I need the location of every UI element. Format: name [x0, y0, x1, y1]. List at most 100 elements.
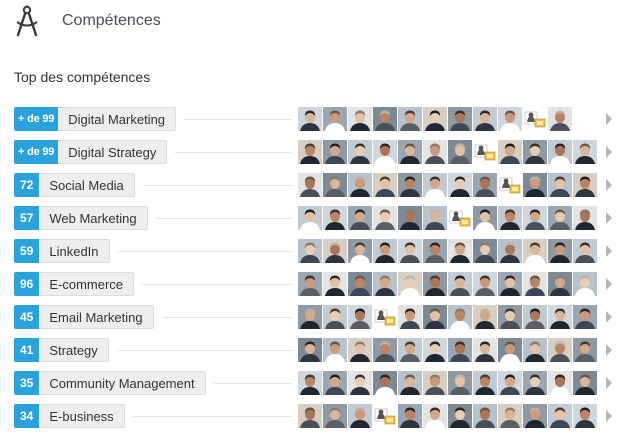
endorser-avatar[interactable] — [473, 173, 497, 197]
endorser-avatar[interactable] — [398, 173, 422, 197]
endorsement-count-badge[interactable]: 34 — [14, 404, 40, 428]
endorser-avatar[interactable] — [373, 173, 397, 197]
skill-name[interactable]: Community Management — [39, 371, 206, 395]
endorser-avatar[interactable] — [548, 404, 572, 428]
endorser-avatar[interactable] — [298, 239, 322, 263]
endorser-avatar[interactable] — [448, 107, 472, 131]
endorser-avatar[interactable] — [548, 371, 572, 395]
endorser-avatar[interactable] — [423, 338, 447, 362]
endorser-avatar[interactable] — [473, 206, 497, 230]
endorser-avatar-placeholder[interactable] — [373, 404, 397, 428]
endorser-avatar[interactable] — [423, 107, 447, 131]
skill-name[interactable]: Social Media — [39, 173, 135, 197]
endorser-avatar[interactable] — [473, 107, 497, 131]
endorser-avatar[interactable] — [398, 404, 422, 428]
skill-name[interactable]: Strategy — [39, 338, 109, 362]
endorser-avatar[interactable] — [473, 305, 497, 329]
chevron-right-icon[interactable] — [606, 410, 612, 422]
skill-name[interactable]: Email Marketing — [39, 305, 154, 329]
endorser-avatar[interactable] — [548, 206, 572, 230]
endorser-avatar[interactable] — [448, 404, 472, 428]
endorser-avatar[interactable] — [298, 206, 322, 230]
chevron-right-icon[interactable] — [606, 245, 612, 257]
endorsement-count-badge[interactable]: 35 — [14, 371, 40, 395]
endorser-avatar[interactable] — [448, 239, 472, 263]
endorsement-count-badge[interactable]: + de 99 — [14, 140, 59, 164]
endorser-avatar[interactable] — [398, 206, 422, 230]
endorser-avatar[interactable] — [548, 140, 572, 164]
endorser-avatar[interactable] — [548, 173, 572, 197]
skill-pill[interactable]: + de 99 Digital Marketing — [14, 107, 177, 131]
endorser-avatar[interactable] — [573, 140, 597, 164]
endorser-avatar[interactable] — [498, 206, 522, 230]
endorser-avatar[interactable] — [498, 338, 522, 362]
endorser-avatar[interactable] — [298, 107, 322, 131]
endorser-avatar[interactable] — [498, 272, 522, 296]
endorser-avatar[interactable] — [298, 140, 322, 164]
endorser-avatar[interactable] — [423, 206, 447, 230]
chevron-right-icon[interactable] — [606, 179, 612, 191]
chevron-right-icon[interactable] — [606, 278, 612, 290]
endorser-avatar[interactable] — [323, 338, 347, 362]
endorser-avatar[interactable] — [398, 272, 422, 296]
endorser-avatar[interactable] — [398, 338, 422, 362]
skill-name[interactable]: E-commerce — [39, 272, 135, 296]
skill-pill[interactable]: 45 Email Marketing — [14, 305, 154, 329]
endorser-avatar-placeholder[interactable] — [498, 173, 522, 197]
endorser-avatar[interactable] — [573, 338, 597, 362]
endorser-avatar[interactable] — [548, 272, 572, 296]
endorser-avatar[interactable] — [523, 239, 547, 263]
endorser-avatar[interactable] — [448, 305, 472, 329]
endorser-avatar[interactable] — [348, 107, 372, 131]
endorser-avatar[interactable] — [398, 371, 422, 395]
endorser-avatar[interactable] — [548, 107, 572, 131]
skill-pill[interactable]: 72 Social Media — [14, 173, 135, 197]
endorser-avatar[interactable] — [448, 338, 472, 362]
endorsement-count-badge[interactable]: + de 99 — [14, 107, 59, 131]
endorser-avatar[interactable] — [323, 173, 347, 197]
endorser-avatar[interactable] — [548, 338, 572, 362]
endorser-avatar[interactable] — [573, 173, 597, 197]
endorser-avatar[interactable] — [573, 206, 597, 230]
endorser-avatar-placeholder[interactable] — [373, 305, 397, 329]
endorser-avatar[interactable] — [473, 338, 497, 362]
endorser-avatar[interactable] — [348, 371, 372, 395]
skill-name[interactable]: Digital Strategy — [58, 140, 168, 164]
chevron-right-icon[interactable] — [606, 344, 612, 356]
endorser-avatar[interactable] — [548, 305, 572, 329]
endorser-avatar[interactable] — [323, 107, 347, 131]
endorser-avatar[interactable] — [323, 371, 347, 395]
endorser-avatar[interactable] — [448, 272, 472, 296]
endorser-avatar[interactable] — [348, 239, 372, 263]
endorser-avatar[interactable] — [523, 272, 547, 296]
endorser-avatar[interactable] — [523, 404, 547, 428]
endorser-avatar[interactable] — [448, 371, 472, 395]
endorser-avatar[interactable] — [548, 239, 572, 263]
endorser-avatar[interactable] — [498, 305, 522, 329]
endorser-avatar[interactable] — [423, 272, 447, 296]
endorser-avatar[interactable] — [473, 239, 497, 263]
endorser-avatar-placeholder[interactable] — [523, 107, 547, 131]
skill-pill[interactable]: 96 E-commerce — [14, 272, 135, 296]
endorser-avatar-placeholder[interactable] — [473, 140, 497, 164]
skill-pill[interactable]: 57 Web Marketing — [14, 206, 148, 230]
endorser-avatar[interactable] — [323, 239, 347, 263]
endorser-avatar[interactable] — [523, 206, 547, 230]
chevron-right-icon[interactable] — [606, 212, 612, 224]
endorser-avatar[interactable] — [348, 404, 372, 428]
endorser-avatar[interactable] — [498, 239, 522, 263]
endorser-avatar[interactable] — [373, 206, 397, 230]
skill-pill[interactable]: 41 Strategy — [14, 338, 109, 362]
endorser-avatar[interactable] — [498, 404, 522, 428]
endorser-avatar[interactable] — [423, 404, 447, 428]
endorser-avatar[interactable] — [298, 404, 322, 428]
endorser-avatar[interactable] — [298, 272, 322, 296]
skill-pill[interactable]: 35 Community Management — [14, 371, 206, 395]
endorsement-count-badge[interactable]: 72 — [14, 173, 40, 197]
endorser-avatar[interactable] — [398, 107, 422, 131]
skill-name[interactable]: LinkedIn — [39, 239, 110, 263]
endorser-avatar[interactable] — [498, 140, 522, 164]
endorser-avatar[interactable] — [298, 338, 322, 362]
endorser-avatar[interactable] — [573, 371, 597, 395]
endorser-avatar[interactable] — [523, 305, 547, 329]
